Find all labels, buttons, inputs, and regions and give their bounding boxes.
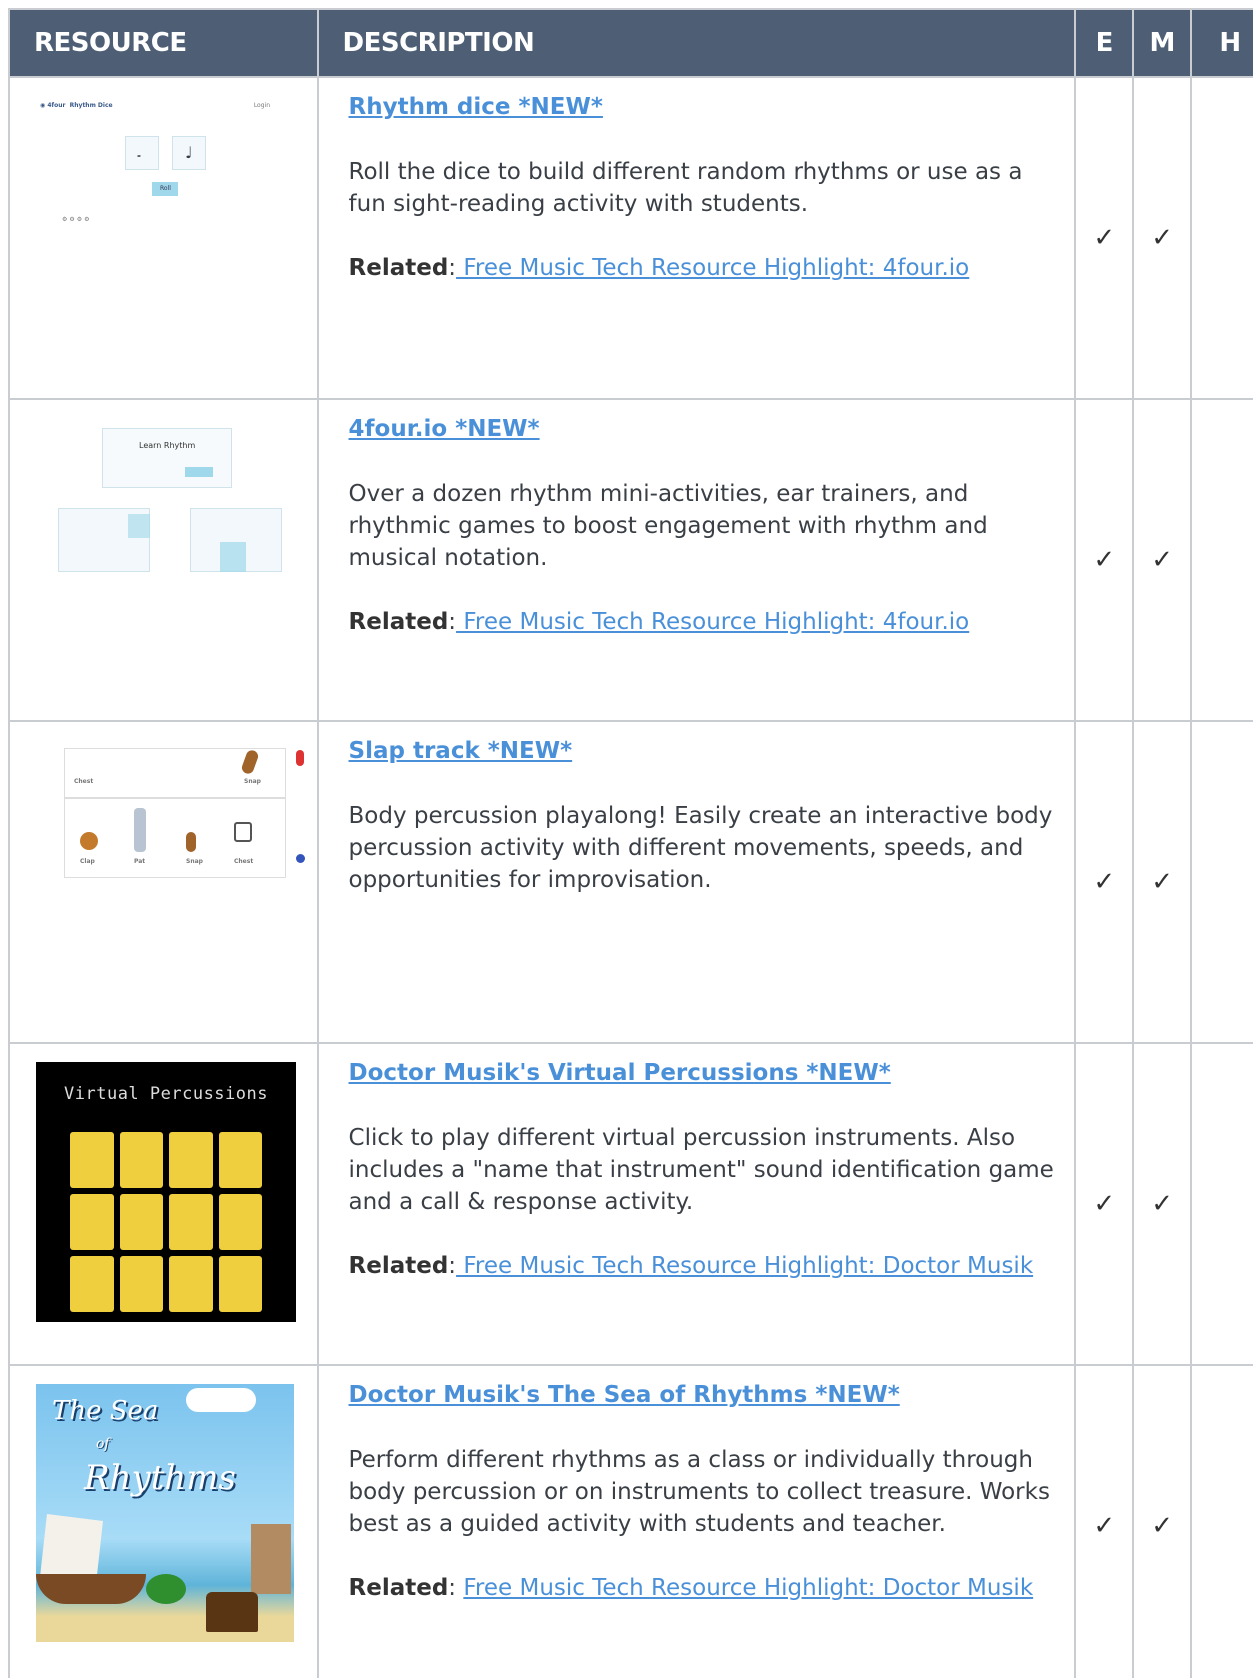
table-row: The Sea of Rhythms Doctor Musik's The Se… xyxy=(10,1364,1253,1678)
related-line: Related: Free Music Tech Resource Highli… xyxy=(348,1253,1034,1279)
sea-of-rhythms-thumbnail[interactable]: The Sea of Rhythms xyxy=(36,1384,294,1642)
instrument-grid xyxy=(70,1132,262,1312)
table-row: Learn Rhythm 4four.io *NEW* Over a dozen… xyxy=(10,398,1253,720)
elementary-check: ✓ xyxy=(1076,1044,1135,1364)
description-cell: Rhythm dice *NEW* Roll the dice to build… xyxy=(319,78,1077,398)
related-label: Related xyxy=(348,1253,449,1279)
middle-check: ✓ xyxy=(1134,78,1193,398)
resource-cell: ◉ 4four Rhythm Dice Login 𝅝 ♩ Roll ⚙⚙⚙⚙ xyxy=(10,78,319,398)
elementary-check: ✓ xyxy=(1076,722,1135,1042)
resource-cell: The Sea of Rhythms xyxy=(10,1366,319,1678)
resource-description: Click to play different virtual percussi… xyxy=(348,1125,1054,1215)
description-cell: 4four.io *NEW* Over a dozen rhythm mini-… xyxy=(319,400,1077,720)
related-label: Related xyxy=(348,609,449,635)
related-link[interactable]: Free Music Tech Resource Highlight: 4fou… xyxy=(456,255,969,281)
table-row: ◉ 4four Rhythm Dice Login 𝅝 ♩ Roll ⚙⚙⚙⚙ … xyxy=(10,76,1253,398)
middle-check: ✓ xyxy=(1134,400,1193,720)
resource-cell: Chest Snap Clap Pat Snap Chest xyxy=(10,722,319,1042)
header-middle: M xyxy=(1134,10,1193,76)
roll-button: Roll xyxy=(152,182,178,196)
elementary-check: ✓ xyxy=(1076,1366,1135,1678)
middle-check: ✓ xyxy=(1134,722,1193,1042)
resource-description: Perform different rhythms as a class or … xyxy=(348,1447,1050,1537)
app-logo: ◉ 4four Rhythm Dice xyxy=(40,102,113,109)
header-elementary: E xyxy=(1076,10,1135,76)
login-link: Login xyxy=(253,102,270,109)
resource-table: RESOURCE DESCRIPTION E M H ◉ 4four Rhyth… xyxy=(8,8,1253,1678)
resource-cell: Learn Rhythm xyxy=(10,400,319,720)
related-link[interactable]: Free Music Tech Resource Highlight: 4fou… xyxy=(456,609,969,635)
description-cell: Doctor Musik's The Sea of Rhythms *NEW* … xyxy=(319,1366,1077,1678)
learn-rhythm-card: Learn Rhythm xyxy=(102,428,232,488)
header-description: DESCRIPTION xyxy=(319,10,1077,76)
4four-thumbnail[interactable]: Learn Rhythm xyxy=(50,418,290,572)
rhythm-dice-thumbnail[interactable]: ◉ 4four Rhythm Dice Login 𝅝 ♩ Roll ⚙⚙⚙⚙ xyxy=(30,90,290,230)
elementary-check: ✓ xyxy=(1076,78,1135,398)
table-row: Chest Snap Clap Pat Snap Chest Slap trac… xyxy=(10,720,1253,1042)
header-resource: RESOURCE xyxy=(10,10,319,76)
related-line: Related: Free Music Tech Resource Highli… xyxy=(348,255,970,281)
related-link[interactable]: Free Music Tech Resource Highlight: Doct… xyxy=(456,1253,1033,1279)
high-check xyxy=(1192,400,1253,720)
die-1: 𝅝 xyxy=(125,136,159,170)
middle-check: ✓ xyxy=(1134,1044,1193,1364)
resource-description: Over a dozen rhythm mini-activities, ear… xyxy=(348,481,988,571)
resource-title-link[interactable]: Doctor Musik's Virtual Percussions *NEW* xyxy=(349,1058,1055,1088)
header-high: H xyxy=(1219,28,1241,58)
elementary-check: ✓ xyxy=(1076,400,1135,720)
toolbar-icons: ⚙⚙⚙⚙ xyxy=(62,216,92,223)
table-row: Virtual Percussions Doctor Musik's Virtu… xyxy=(10,1042,1253,1364)
description-cell: Doctor Musik's Virtual Percussions *NEW*… xyxy=(319,1044,1077,1364)
high-check xyxy=(1192,78,1253,398)
resource-description: Roll the dice to build different random … xyxy=(348,159,1023,217)
resource-cell: Virtual Percussions xyxy=(10,1044,319,1364)
related-link[interactable]: Free Music Tech Resource Highlight: Doct… xyxy=(463,1575,1033,1601)
slap-track-thumbnail[interactable]: Chest Snap Clap Pat Snap Chest xyxy=(34,742,305,892)
description-cell: Slap track *NEW* Body percussion playalo… xyxy=(319,722,1077,1042)
table-header: RESOURCE DESCRIPTION E M H xyxy=(10,10,1253,76)
middle-check: ✓ xyxy=(1134,1366,1193,1678)
resource-title-link[interactable]: Doctor Musik's The Sea of Rhythms *NEW* xyxy=(349,1380,1055,1410)
resource-title-link[interactable]: 4four.io *NEW* xyxy=(349,414,1055,444)
related-label: Related xyxy=(348,255,449,281)
high-check xyxy=(1192,1366,1253,1678)
related-line: Related: Free Music Tech Resource Highli… xyxy=(348,609,970,635)
high-check xyxy=(1192,1044,1253,1364)
resource-title-link[interactable]: Slap track *NEW* xyxy=(349,736,1055,766)
related-line: Related: Free Music Tech Resource Highli… xyxy=(348,1575,1034,1601)
resource-title-link[interactable]: Rhythm dice *NEW* xyxy=(349,92,1055,122)
related-label: Related xyxy=(348,1575,449,1601)
die-2: ♩ xyxy=(172,136,206,170)
virtual-percussions-thumbnail[interactable]: Virtual Percussions xyxy=(36,1062,296,1322)
resource-description: Body percussion playalong! Easily create… xyxy=(348,803,1053,893)
thumbnail-heading: Virtual Percussions xyxy=(64,1084,268,1104)
high-check xyxy=(1192,722,1253,1042)
